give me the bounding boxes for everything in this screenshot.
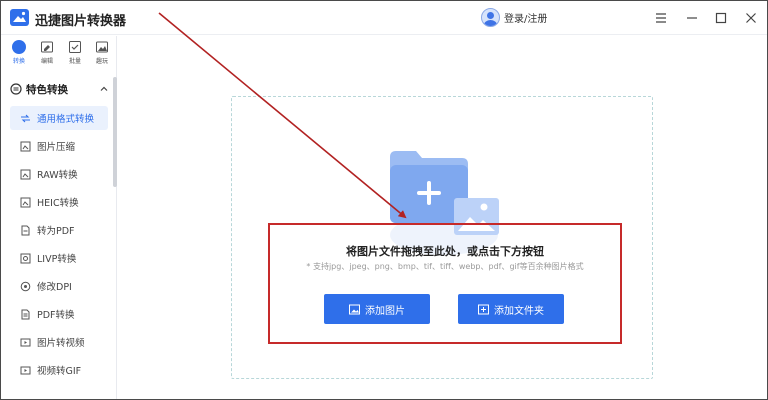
add-image-button[interactable]: 添加图片: [324, 294, 430, 324]
sidebar-item-pdf-convert[interactable]: PDF转换: [10, 302, 108, 326]
close-icon: [746, 13, 756, 23]
login-register-button[interactable]: 登录/注册: [481, 8, 547, 27]
add-folder-button[interactable]: 添加文件夹: [458, 294, 564, 324]
sidebar-item-livp[interactable]: LIVP转换: [10, 246, 108, 270]
heic-icon: [20, 197, 31, 207]
sidebar: 转换 编辑 批量 趣玩 特色转换 通用格式转换 图片压缩 RAW转换 HEIC转…: [1, 36, 117, 399]
sidebar-item-label: HEIC转换: [37, 198, 79, 209]
sidebar-item-label: RAW转换: [37, 170, 78, 181]
module-tabs: 转换 编辑 批量 趣玩: [1, 36, 117, 72]
title-bar: 迅捷图片转换器 登录/注册: [1, 1, 767, 35]
feature-convert-icon: [10, 83, 22, 95]
menu-button[interactable]: [651, 8, 671, 28]
sidebar-item-format-convert[interactable]: 通用格式转换: [10, 106, 108, 130]
sidebar-item-image-to-video[interactable]: 图片转视频: [10, 330, 108, 354]
sidebar-item-to-pdf[interactable]: 转为PDF: [10, 218, 108, 242]
annotation-highlight-box: 将图片文件拖拽至此处，或点击下方按钮 * 支持jpg、jpeg、png、bmp、…: [268, 223, 622, 344]
module-tab-label: 趣玩: [95, 58, 108, 65]
user-avatar-icon: [481, 8, 500, 27]
format-convert-icon: [21, 114, 30, 122]
menu-icon: [656, 13, 666, 23]
sidebar-item-label: 图片压缩: [37, 142, 76, 153]
module-tab-batch[interactable]: 批量: [63, 40, 87, 70]
module-tab-convert[interactable]: 转换: [7, 40, 31, 70]
sidebar-item-heic[interactable]: HEIC转换: [10, 190, 108, 214]
maximize-button[interactable]: [711, 8, 731, 28]
pdf-convert-icon: [21, 309, 30, 319]
video-to-gif-icon: [20, 366, 31, 374]
app-window: 迅捷图片转换器 登录/注册 转换 编辑 批量 趣玩 特色转换 通用格式转换 图片…: [0, 0, 768, 400]
compress-icon: [20, 141, 31, 151]
sidebar-item-label: PDF转换: [37, 310, 75, 321]
drop-zone-supported-formats: * 支持jpg、jpeg、png、bmp、tif、tiff、webp、pdf、g…: [306, 262, 584, 271]
minimize-icon: [687, 17, 697, 19]
main-panel: 将图片文件拖拽至此处，或点击下方按钮 * 支持jpg、jpeg、png、bmp、…: [118, 36, 767, 399]
sidebar-item-raw[interactable]: RAW转换: [10, 162, 108, 186]
sidebar-scrollbar[interactable]: [113, 77, 117, 187]
add-image-label: 添加图片: [365, 305, 405, 317]
module-tab-label: 批量: [68, 58, 81, 65]
module-tab-edit[interactable]: 编辑: [35, 40, 59, 70]
app-logo-icon: [10, 9, 29, 26]
section-label: 特色转换: [26, 83, 68, 96]
module-tab-label: 编辑: [40, 58, 53, 65]
edit-icon: [41, 41, 53, 53]
batch-icon: [69, 41, 81, 53]
app-title: 迅捷图片转换器: [35, 14, 127, 29]
sidebar-item-label: LIVP转换: [37, 254, 77, 265]
fun-icon: [96, 41, 108, 53]
add-folder-label: 添加文件夹: [494, 305, 544, 317]
sidebar-item-label: 视频转GIF: [37, 366, 82, 377]
login-register-label: 登录/注册: [504, 14, 548, 25]
add-folder-icon: [478, 304, 489, 314]
module-tab-fun[interactable]: 趣玩: [90, 40, 114, 70]
drop-zone-title: 将图片文件拖拽至此处，或点击下方按钮: [346, 245, 544, 258]
livp-icon: [20, 253, 31, 263]
raw-icon: [20, 169, 31, 179]
pdf-icon: [21, 225, 30, 235]
sidebar-item-video-to-gif[interactable]: 视频转GIF: [10, 358, 108, 382]
sidebar-item-label: 通用格式转换: [37, 114, 95, 125]
image-to-video-icon: [20, 338, 31, 346]
sidebar-item-label: 图片转视频: [37, 338, 85, 349]
close-button[interactable]: [741, 8, 761, 28]
convert-icon: [12, 40, 26, 54]
section-header[interactable]: 特色转换: [1, 77, 113, 101]
sidebar-item-compress[interactable]: 图片压缩: [10, 134, 108, 158]
sidebar-item-label: 修改DPI: [37, 282, 72, 293]
sidebar-item-dpi[interactable]: 修改DPI: [10, 274, 108, 298]
sidebar-item-label: 转为PDF: [37, 226, 75, 237]
maximize-icon: [715, 12, 727, 24]
dpi-icon: [20, 281, 31, 291]
minimize-button[interactable]: [682, 8, 702, 28]
image-icon: [349, 304, 360, 314]
module-tab-label: 转换: [12, 58, 25, 65]
chevron-up-icon: [100, 86, 108, 91]
